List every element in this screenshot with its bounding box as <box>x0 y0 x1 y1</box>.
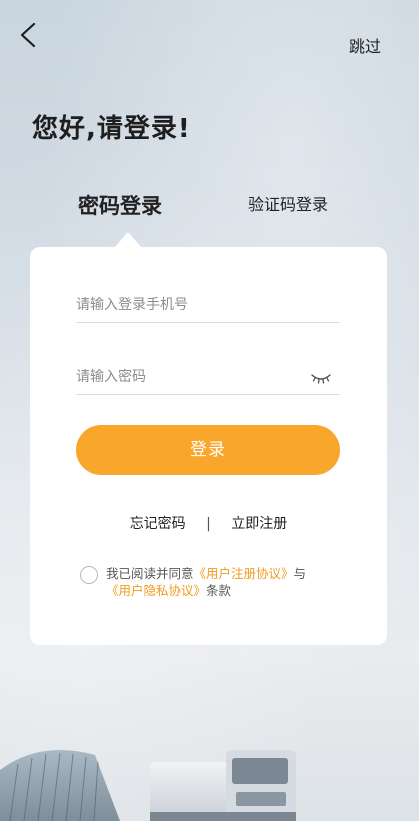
login-button[interactable]: 登录 <box>76 425 340 475</box>
chevron-left-icon <box>20 22 36 48</box>
greeting-title: 您好,请登录! <box>32 114 191 144</box>
password-visibility-toggle[interactable] <box>310 371 332 385</box>
privacy-policy-link[interactable]: 《用户隐私协议》 <box>106 583 206 598</box>
password-input[interactable] <box>76 361 296 393</box>
links-divider: | <box>206 516 211 532</box>
agreement-checkbox[interactable] <box>80 566 98 584</box>
agreement-text: 我已阅读并同意《用户注册协议》与《用户隐私协议》条款 <box>106 565 346 599</box>
register-link[interactable]: 立即注册 <box>231 513 287 533</box>
password-field <box>76 361 340 395</box>
tab-code-login[interactable]: 验证码登录 <box>248 191 328 215</box>
tab-password-login[interactable]: 密码登录 <box>78 190 162 220</box>
agreement-conjunction: 与 <box>293 566 307 581</box>
active-tab-indicator <box>115 232 141 247</box>
agreement-prefix: 我已阅读并同意 <box>106 566 194 581</box>
agreement-suffix: 条款 <box>206 583 232 598</box>
phone-input[interactable] <box>76 289 296 321</box>
eye-closed-icon <box>311 374 331 384</box>
back-button[interactable] <box>14 20 42 50</box>
forgot-password-link[interactable]: 忘记密码 <box>130 513 186 533</box>
user-agreement-link[interactable]: 《用户注册协议》 <box>194 566 294 581</box>
account-links: 忘记密码 | 立即注册 <box>30 513 387 533</box>
skip-button[interactable]: 跳过 <box>349 33 381 57</box>
login-card: 登录 忘记密码 | 立即注册 我已阅读并同意《用户注册协议》与《用户隐私协议》条… <box>30 247 387 645</box>
background-truck-illustration <box>0 750 296 821</box>
phone-field <box>76 289 340 323</box>
